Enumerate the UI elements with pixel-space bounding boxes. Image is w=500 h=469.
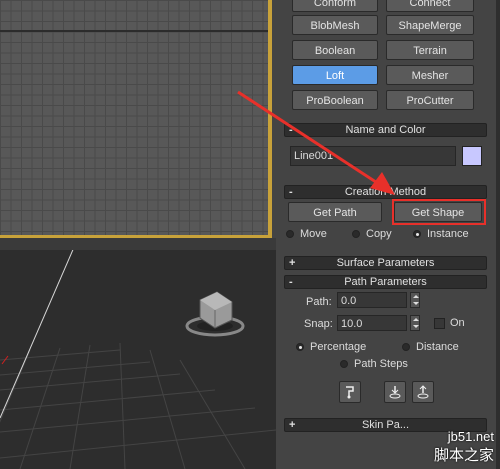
watermark: jb51.net 脚本之家 [434,429,494,465]
watermark-site: jb51.net [447,429,494,444]
annotation-arrow [237,90,395,195]
watermark-name: 脚本之家 [433,447,494,464]
